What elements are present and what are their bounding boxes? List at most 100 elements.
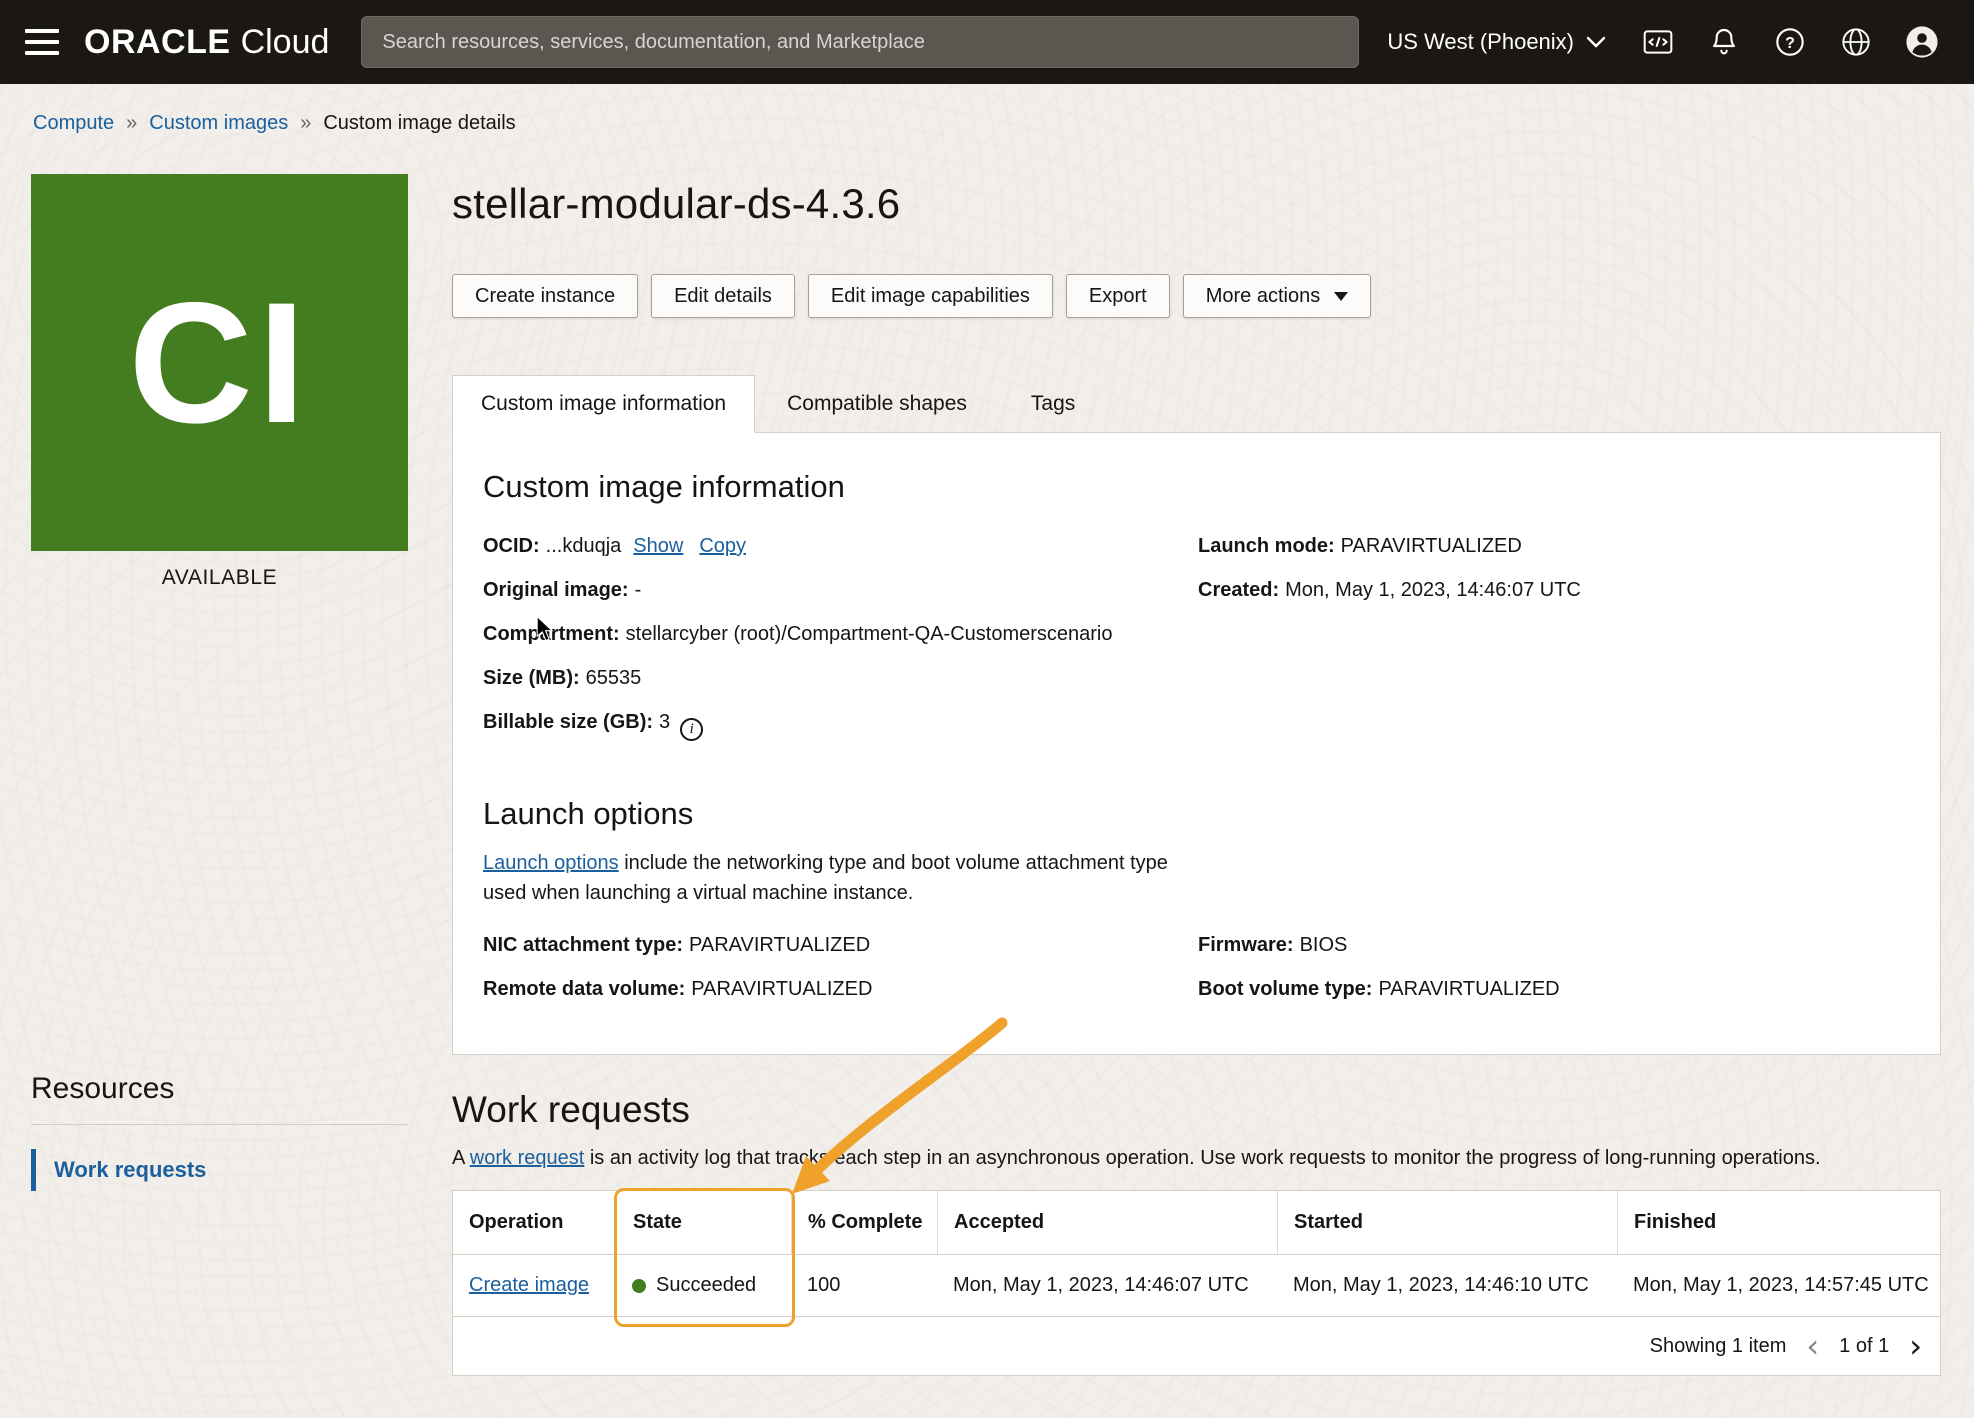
- billable-size-row: Billable size (GB):3i: [483, 709, 1198, 741]
- region-selector[interactable]: US West (Phoenix): [1387, 29, 1606, 55]
- breadcrumb-separator: »: [126, 112, 137, 135]
- launch-options-link[interactable]: Launch options: [483, 852, 619, 874]
- create-instance-button[interactable]: Create instance: [452, 274, 638, 318]
- cell-operation: Create image: [453, 1255, 616, 1316]
- pagination-page: 1 of 1: [1839, 1335, 1889, 1358]
- size-label: Size (MB):: [483, 667, 580, 689]
- original-image-label: Original image:: [483, 579, 629, 601]
- custom-image-tile: CI: [31, 174, 408, 551]
- launch-mode-label: Launch mode:: [1198, 535, 1335, 557]
- tab-tags[interactable]: Tags: [999, 376, 1107, 432]
- launch-options-right-column: Firmware:BIOS Boot volume type:PARAVIRTU…: [1198, 932, 1910, 1020]
- table-header-row: Operation State % Complete Accepted Star…: [453, 1191, 1940, 1255]
- resources-heading: Resources: [31, 1072, 408, 1106]
- more-actions-button[interactable]: More actions: [1183, 274, 1372, 318]
- edit-image-capabilities-button[interactable]: Edit image capabilities: [808, 274, 1053, 318]
- remote-data-volume-value: PARAVIRTUALIZED: [691, 978, 872, 1000]
- page-title: stellar-modular-ds-4.3.6: [452, 180, 1941, 228]
- topbar-icons: ?: [1632, 16, 1948, 68]
- topbar: ORACLE Cloud US West (Phoenix) ?: [0, 0, 1974, 84]
- succeeded-status-dot: [632, 1279, 646, 1293]
- launch-mode-row: Launch mode: PARAVIRTUALIZED: [1198, 533, 1910, 560]
- custom-image-information-panel: Custom image information OCID:...kduqjaS…: [452, 432, 1941, 1055]
- original-image-value: -: [635, 579, 642, 601]
- cell-complete: 100: [791, 1255, 937, 1316]
- column-header-complete: % Complete: [791, 1191, 937, 1255]
- export-button[interactable]: Export: [1066, 274, 1170, 318]
- breadcrumb-custom-images[interactable]: Custom images: [149, 112, 288, 135]
- work-requests-heading: Work requests: [452, 1089, 1941, 1131]
- chevron-down-icon: [1586, 35, 1606, 49]
- launch-mode-value: PARAVIRTUALIZED: [1341, 535, 1522, 557]
- user-avatar-icon[interactable]: [1896, 16, 1948, 68]
- cloud-shell-icon[interactable]: [1632, 16, 1684, 68]
- pagination-next-icon[interactable]: ›: [1909, 1330, 1922, 1362]
- brand-oracle-text: ORACLE: [84, 23, 231, 62]
- launch-options-description: Launch options include the networking ty…: [483, 848, 1208, 908]
- work-requests-description: A work request is an activity log that t…: [452, 1147, 1941, 1170]
- compartment-value: stellarcyber (root)/Compartment-QA-Custo…: [626, 623, 1113, 645]
- billable-size-label: Billable size (GB):: [483, 711, 653, 733]
- work-requests-section: Work requests A work request is an activ…: [452, 1089, 1941, 1376]
- ocid-row: OCID:...kduqjaShowCopy: [483, 533, 1198, 560]
- region-label: US West (Phoenix): [1387, 29, 1574, 55]
- info-right-column: Launch mode:PARAVIRTUALIZED Created:Mon,…: [1198, 533, 1910, 758]
- custom-image-initials: CI: [129, 277, 311, 449]
- language-globe-icon[interactable]: [1830, 16, 1882, 68]
- remote-data-volume-label: Remote data volume:: [483, 978, 685, 1000]
- launch-options-left-column: NIC attachment type:PARAVIRTUALIZED Remo…: [483, 932, 1198, 1020]
- breadcrumb-compute[interactable]: Compute: [33, 112, 114, 135]
- nic-attachment-label: NIC attachment type:: [483, 934, 683, 956]
- tab-custom-image-information[interactable]: Custom image information: [452, 375, 755, 433]
- ocid-value: ...kduqja: [546, 535, 622, 557]
- ocid-copy-link[interactable]: Copy: [699, 535, 746, 557]
- main-content: stellar-modular-ds-4.3.6 Create instance…: [452, 180, 1941, 1376]
- sidebar-item-work-requests[interactable]: Work requests: [31, 1149, 408, 1191]
- original-image-row: Original image:-: [483, 577, 1198, 604]
- column-header-finished: Finished: [1617, 1191, 1940, 1255]
- work-requests-desc-prefix: A: [452, 1147, 470, 1169]
- search-input[interactable]: [361, 16, 1359, 68]
- brand-cloud-text: Cloud: [241, 23, 330, 62]
- tab-compatible-shapes[interactable]: Compatible shapes: [755, 376, 999, 432]
- hamburger-menu-icon[interactable]: [0, 0, 84, 84]
- column-header-accepted: Accepted: [937, 1191, 1277, 1255]
- ocid-show-link[interactable]: Show: [633, 535, 683, 557]
- caret-down-icon: [1334, 292, 1348, 301]
- compartment-label: Compartment:: [483, 623, 620, 645]
- cell-finished: Mon, May 1, 2023, 14:57:45 UTC: [1617, 1255, 1945, 1316]
- edit-details-button[interactable]: Edit details: [651, 274, 795, 318]
- nic-attachment-row: NIC attachment type:PARAVIRTUALIZED: [483, 932, 1198, 959]
- created-label: Created:: [1198, 579, 1279, 601]
- breadcrumb-current: Custom image details: [323, 112, 515, 135]
- size-value: 65535: [586, 667, 642, 689]
- more-actions-label: More actions: [1206, 285, 1321, 308]
- table-row: Create image Succeeded 100 Mon, May 1, 2…: [453, 1255, 1940, 1316]
- remote-data-volume-row: Remote data volume: PARAVIRTUALIZED: [483, 976, 1198, 1003]
- status-badge: AVAILABLE: [31, 566, 408, 590]
- oracle-cloud-logo[interactable]: ORACLE Cloud: [84, 23, 329, 62]
- cell-started: Mon, May 1, 2023, 14:46:10 UTC: [1277, 1255, 1617, 1316]
- resources-sidebar: Resources Work requests: [31, 1072, 408, 1191]
- table-footer: Showing 1 item ‹ 1 of 1 ›: [453, 1316, 1940, 1375]
- screen: ORACLE Cloud US West (Phoenix) ?: [0, 0, 1974, 1418]
- work-requests-desc-text: is an activity log that tracks each step…: [584, 1147, 1820, 1169]
- info-icon[interactable]: i: [680, 718, 703, 741]
- firmware-row: Firmware:BIOS: [1198, 932, 1910, 959]
- create-image-link[interactable]: Create image: [469, 1274, 589, 1297]
- work-request-link[interactable]: work request: [470, 1147, 585, 1169]
- notifications-bell-icon[interactable]: [1698, 16, 1750, 68]
- firmware-label: Firmware:: [1198, 934, 1294, 956]
- cell-state: Succeeded: [616, 1255, 791, 1316]
- svg-text:?: ?: [1785, 35, 1795, 52]
- tab-bar: Custom image information Compatible shap…: [452, 375, 1941, 432]
- column-header-operation: Operation: [453, 1191, 616, 1255]
- state-value: Succeeded: [656, 1274, 756, 1297]
- pagination-prev-icon[interactable]: ‹: [1806, 1330, 1819, 1362]
- size-row: Size (MB): 65535: [483, 665, 1198, 692]
- help-icon[interactable]: ?: [1764, 16, 1816, 68]
- breadcrumb-separator: »: [300, 112, 311, 135]
- cell-accepted: Mon, May 1, 2023, 14:46:07 UTC: [937, 1255, 1277, 1316]
- breadcrumb: Compute » Custom images » Custom image d…: [33, 112, 516, 135]
- work-requests-table: Operation State % Complete Accepted Star…: [452, 1190, 1941, 1376]
